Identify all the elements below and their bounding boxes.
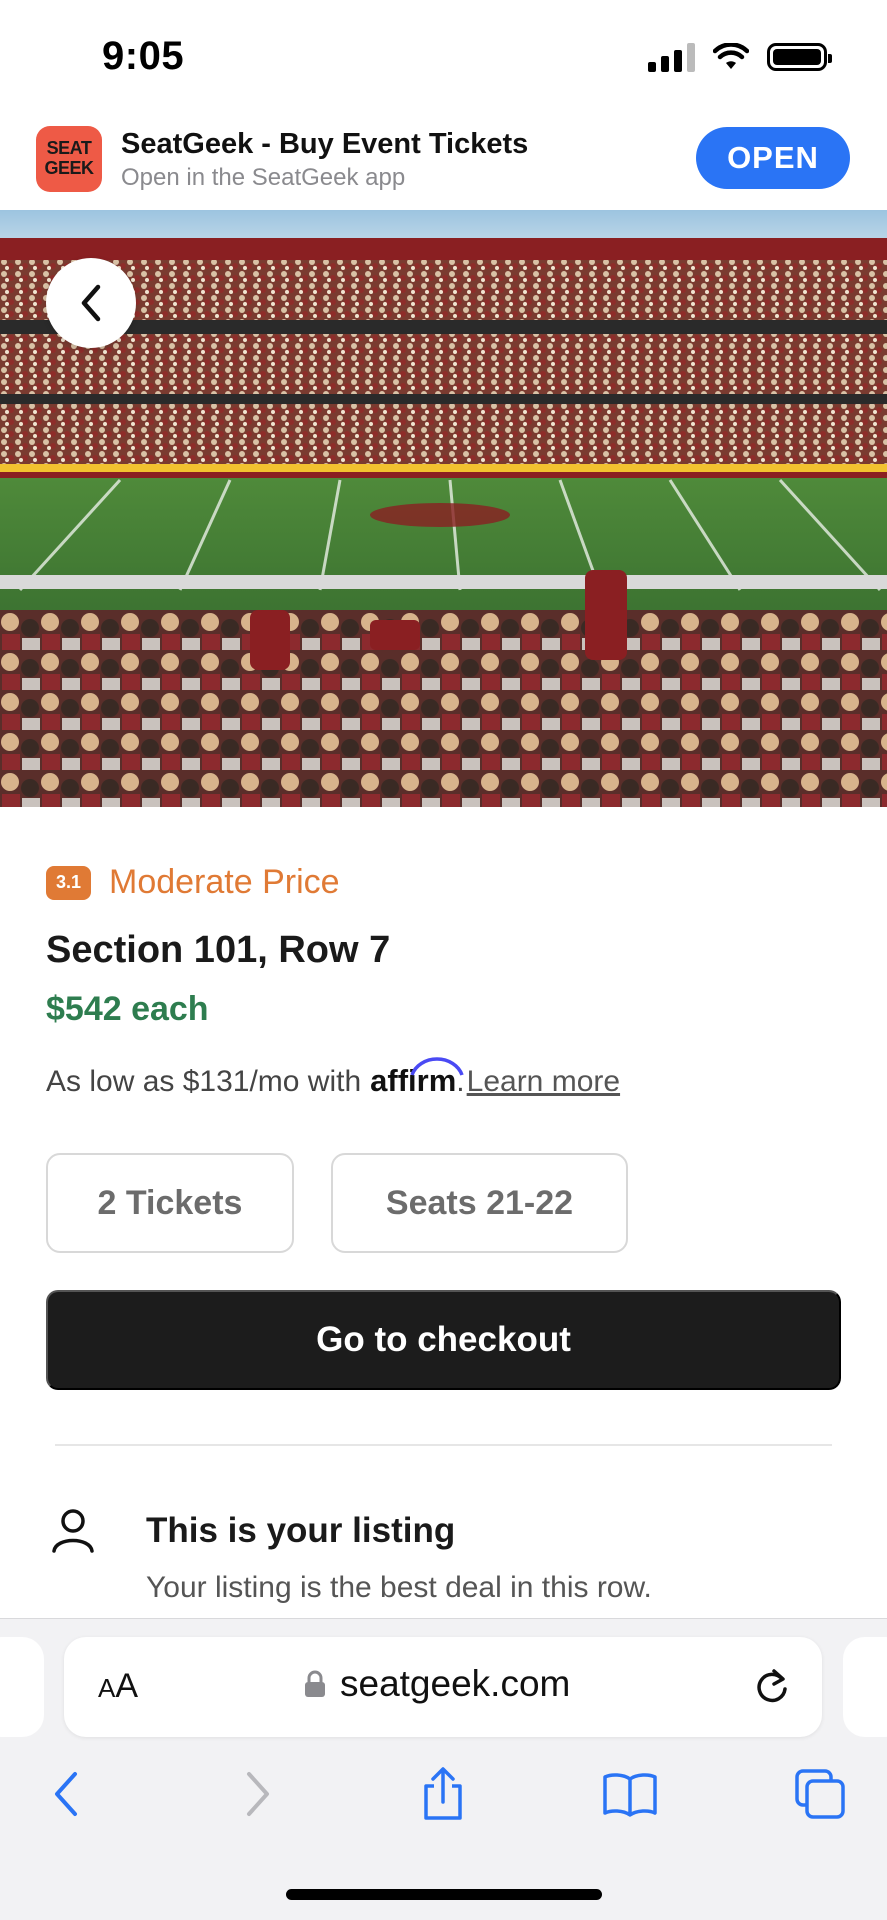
- status-bar: 9:05: [0, 0, 887, 118]
- battery-icon: [767, 43, 832, 71]
- deal-score-badge: 3.1: [46, 865, 91, 900]
- browser-forward-button[interactable]: [228, 1764, 288, 1824]
- your-listing-subtitle: Your listing is the best deal in this ro…: [146, 1571, 652, 1604]
- app-banner-subtitle: Open in the SeatGeek app: [121, 164, 406, 191]
- affirm-arc-icon: [410, 1057, 464, 1076]
- text-size-button[interactable]: AA: [98, 1667, 138, 1706]
- deal-rating-label: Moderate Price: [109, 863, 340, 901]
- app-banner-title: SeatGeek - Buy Event Tickets: [121, 128, 529, 160]
- checkout-button[interactable]: Go to checkout: [46, 1290, 841, 1390]
- lock-icon: [305, 1670, 325, 1697]
- url-display[interactable]: seatgeek.com: [304, 1663, 570, 1705]
- wifi-icon: [713, 43, 749, 69]
- reload-icon[interactable]: [752, 1667, 792, 1707]
- ticket-quantity-selector[interactable]: 2 Tickets: [46, 1153, 294, 1253]
- home-indicator: [286, 1889, 602, 1900]
- back-button[interactable]: [46, 258, 136, 348]
- address-bar[interactable]: AA seatgeek.com: [64, 1637, 822, 1737]
- safari-toolbar: AA seatgeek.com: [0, 1618, 887, 1920]
- chevron-left-icon: [81, 284, 101, 322]
- bookmarks-icon: [603, 1773, 657, 1817]
- share-button[interactable]: [413, 1764, 473, 1824]
- next-tab-preview[interactable]: [843, 1637, 887, 1737]
- seatgeek-logo: SEAT GEEK: [36, 126, 102, 192]
- tabs-button[interactable]: [790, 1764, 850, 1824]
- forward-icon: [247, 1772, 269, 1816]
- back-icon: [55, 1772, 77, 1816]
- section-row-title: Section 101, Row 7: [46, 929, 391, 971]
- bookmarks-button[interactable]: [600, 1764, 660, 1824]
- browser-nav-row: [0, 1764, 887, 1844]
- affirm-prefix: As low as $131/mo with: [46, 1065, 362, 1098]
- open-app-button[interactable]: OPEN: [696, 127, 850, 189]
- url-text: seatgeek.com: [340, 1663, 571, 1704]
- share-icon: [424, 1767, 462, 1820]
- status-time: 9:05: [102, 34, 185, 78]
- user-icon: [52, 1509, 94, 1553]
- deal-rating: 3.1 Moderate Price: [46, 863, 340, 902]
- signal-icon: [648, 42, 695, 72]
- previous-tab-preview[interactable]: [0, 1637, 44, 1737]
- browser-back-button[interactable]: [36, 1764, 96, 1824]
- affirm-financing-line: As low as $131/mo with affirm . Learn mo…: [46, 1057, 620, 1099]
- seats-selector[interactable]: Seats 21-22: [331, 1153, 628, 1253]
- your-listing-title: This is your listing: [146, 1511, 456, 1550]
- divider: [55, 1444, 832, 1446]
- ticket-price: $542 each: [46, 990, 209, 1028]
- status-icons: [648, 42, 832, 72]
- tabs-icon: [795, 1769, 845, 1819]
- smart-app-banner: SEAT GEEK SeatGeek - Buy Event Tickets Op…: [0, 118, 887, 210]
- learn-more-link[interactable]: Learn more: [467, 1065, 620, 1099]
- affirm-logo: affirm: [370, 1057, 464, 1099]
